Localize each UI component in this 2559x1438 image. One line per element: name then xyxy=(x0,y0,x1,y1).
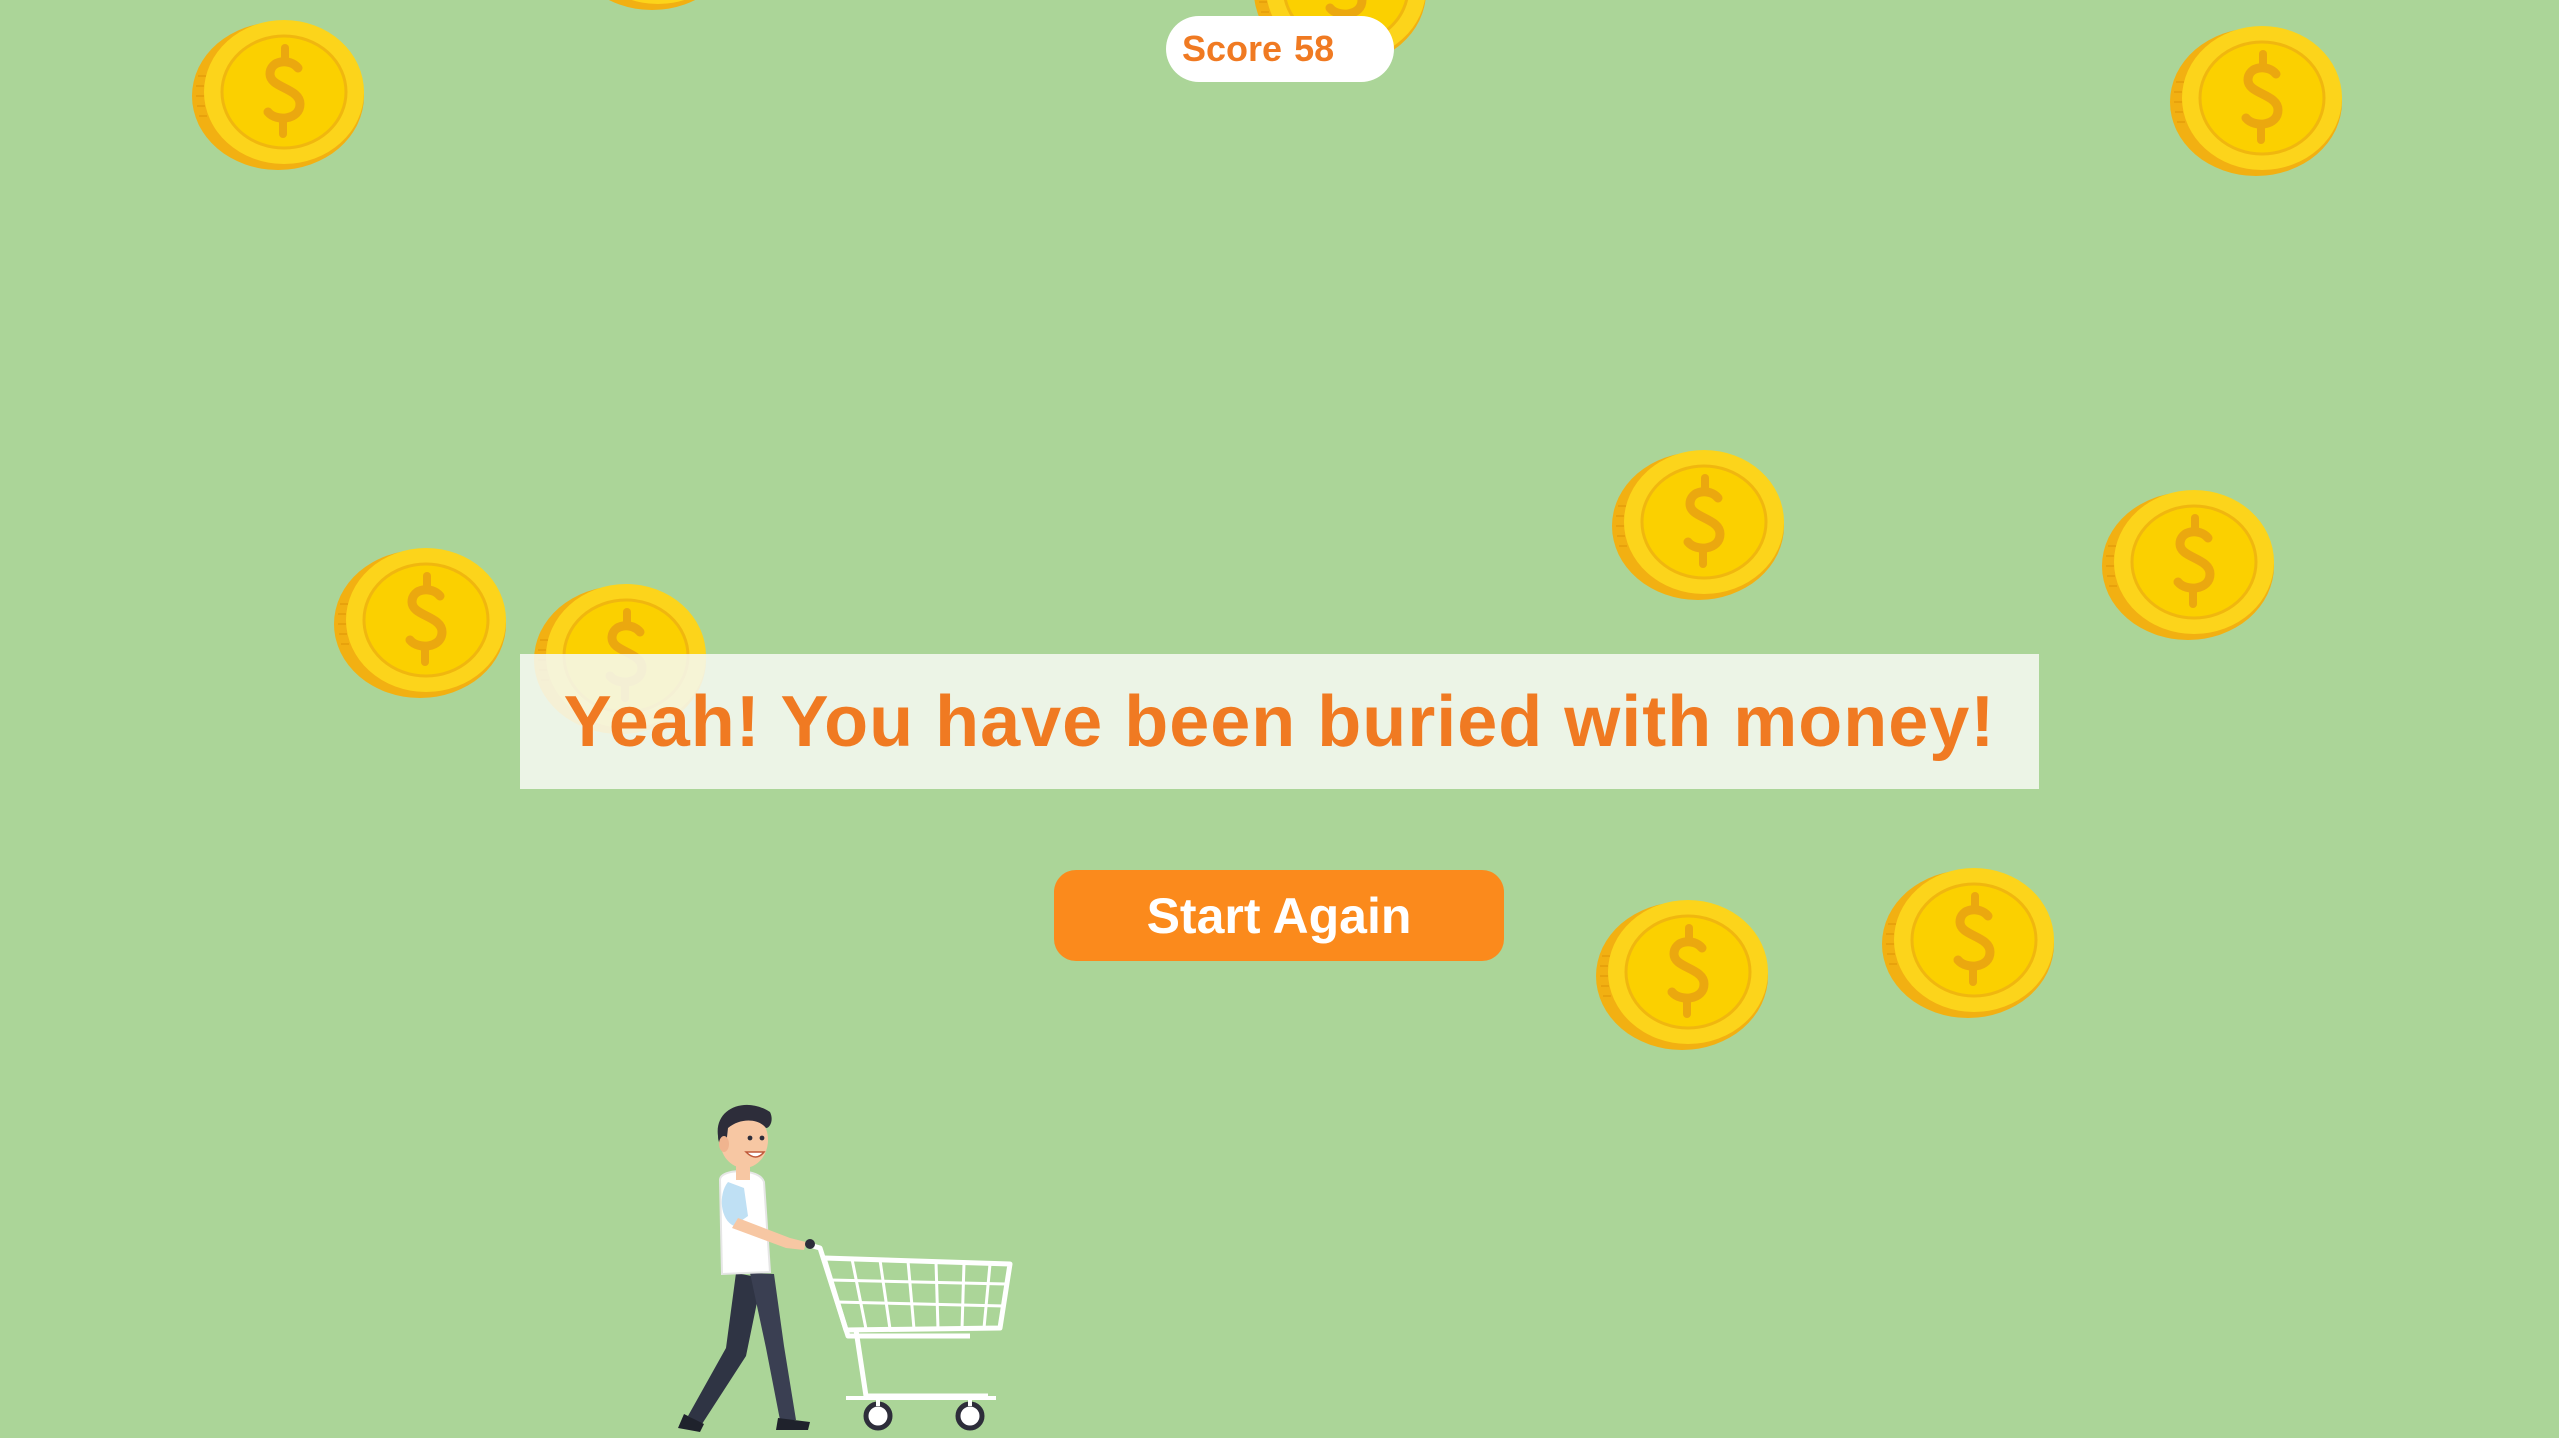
dollar-coin-icon xyxy=(1606,446,1784,600)
dollar-coin-icon xyxy=(2096,486,2274,640)
shopper-with-cart-icon xyxy=(670,1098,1020,1438)
game-canvas: Score 58 Yeah! You have been buried with… xyxy=(0,0,2559,1438)
dollar-coin-icon xyxy=(328,544,506,698)
score-label: Score xyxy=(1182,28,1283,69)
start-again-button[interactable]: Start Again xyxy=(1054,870,1504,961)
score-display: Score 58 xyxy=(1166,16,1394,82)
score-value: 58 xyxy=(1294,28,1335,69)
dollar-coin-icon xyxy=(560,0,738,10)
dollar-coin-icon xyxy=(2164,22,2342,176)
dollar-coin-icon xyxy=(1876,864,2054,1018)
dollar-coin-icon xyxy=(1590,896,1768,1050)
dollar-coin-icon xyxy=(186,16,364,170)
game-over-banner: Yeah! You have been buried with money! xyxy=(520,654,2039,789)
game-over-message: Yeah! You have been buried with money! xyxy=(563,681,1996,762)
